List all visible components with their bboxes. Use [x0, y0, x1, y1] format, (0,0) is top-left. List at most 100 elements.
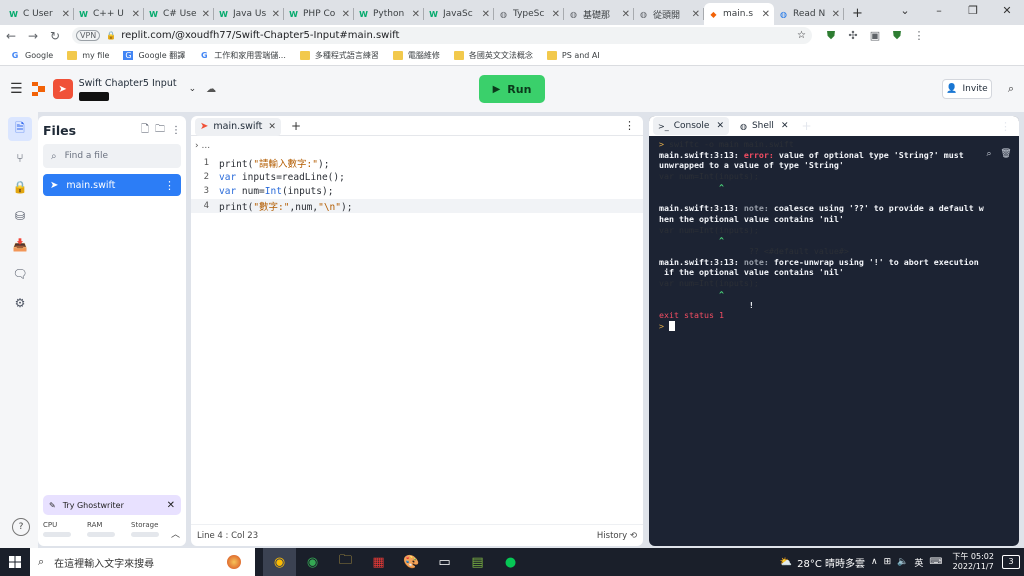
weather-text[interactable]: 28°C 晴時多雲 — [797, 555, 865, 570]
browser-menu-icon[interactable]: ⋮ — [908, 29, 930, 43]
new-tab-icon[interactable]: + — [291, 119, 301, 133]
chevron-up-icon[interactable]: ︿ — [171, 527, 180, 540]
forward-icon[interactable]: → — [22, 29, 44, 43]
close-tab-icon[interactable]: ✕ — [202, 9, 210, 20]
browser-tab[interactable]: ◍ Read N ✕ — [774, 3, 844, 25]
file-explorer-icon[interactable]: 🗀 — [329, 548, 362, 576]
bookmark-item[interactable]: G Google — [10, 51, 54, 60]
settings-gear-icon[interactable]: ⚙ — [8, 291, 32, 315]
packages-inbox-icon[interactable]: 📥 — [8, 233, 32, 257]
new-tab-icon[interactable]: + — [801, 119, 811, 133]
tab-console[interactable]: >_ Console ✕ — [653, 117, 729, 135]
code-line[interactable]: 2 var inputs=readLine(); — [191, 170, 643, 184]
chat-icon[interactable]: 🗨 — [8, 262, 32, 286]
close-tab-icon[interactable]: ✕ — [272, 9, 280, 20]
tab-shell[interactable]: ◍ Shell ✕ — [735, 117, 794, 135]
notepad-app-icon[interactable]: ▤ — [461, 548, 494, 576]
bookmark-item[interactable]: G Google 翻譯 — [123, 50, 185, 61]
back-icon[interactable]: ← — [0, 29, 22, 43]
chrome-app-icon-active[interactable]: ◉ — [263, 548, 296, 576]
close-tab-icon[interactable]: ✕ — [482, 9, 490, 20]
ime-indicator[interactable]: 英 — [914, 556, 923, 569]
bookmark-star-icon[interactable]: ☆ — [797, 30, 806, 41]
hamburger-menu-icon[interactable]: ☰ — [10, 81, 23, 97]
console-menu-icon[interactable]: ⋮ — [1000, 120, 1011, 133]
find-file-input[interactable]: ⌕ Find a file — [43, 144, 181, 168]
url-text[interactable]: replit.com/@xoudfh77/Swift-Chapter5-Inpu… — [121, 30, 399, 41]
search-icon[interactable]: ⌕ — [1008, 82, 1014, 96]
file-item-main-swift[interactable]: ➤ main.swift ⋮ — [43, 174, 181, 196]
console-output[interactable]: > swiftc -o main main.swift main.swift:3:… — [649, 136, 1019, 332]
close-tab-icon[interactable]: ✕ — [132, 9, 140, 20]
browser-tab[interactable]: W C User ✕ — [4, 3, 74, 25]
line-app-icon[interactable]: ● — [494, 548, 527, 576]
puzzle-extension-icon[interactable]: ✣ — [842, 29, 864, 43]
history-button[interactable]: History ⟲ — [597, 531, 637, 541]
close-tab-icon[interactable]: ✕ — [762, 9, 770, 20]
bookmark-item[interactable]: 多種程式語言練習 — [299, 50, 379, 61]
code-area[interactable]: 1 print("請輸入數字:"); 2 var inputs=readLine();… — [191, 154, 643, 213]
close-tab-icon[interactable]: ✕ — [412, 9, 420, 20]
close-tab-icon[interactable]: ✕ — [622, 9, 630, 20]
version-control-icon[interactable]: ⑂ — [8, 146, 32, 170]
close-tab-icon[interactable]: ✕ — [342, 9, 350, 20]
chrome-app-icon[interactable]: ◉ — [296, 548, 329, 576]
taskbar-search-input[interactable]: ⌕ 在這裡輸入文字來搜尋 — [30, 548, 255, 576]
editor-tab-main-swift[interactable]: ➤ main.swift ✕ — [195, 117, 281, 136]
volume-icon[interactable]: 🔈 — [897, 557, 908, 567]
code-line[interactable]: 3 var num=Int(inputs); — [191, 184, 643, 198]
close-icon[interactable]: ✕ — [167, 500, 175, 511]
weather-icon[interactable]: ⛅ — [780, 557, 792, 568]
browser-tab[interactable]: W C++ U ✕ — [74, 3, 144, 25]
project-name[interactable]: Swift Chapter5 Input — [79, 78, 177, 90]
bookmark-item[interactable]: my file — [67, 51, 109, 60]
paint-app-icon[interactable]: 🎨 — [395, 548, 428, 576]
browser-tab[interactable]: W PHP Co ✕ — [284, 3, 354, 25]
ghostwriter-banner[interactable]: ✎ Try Ghostwriter ✕ — [43, 495, 181, 515]
keyboard-icon[interactable]: ⌨ — [929, 557, 942, 567]
tray-chevron-icon[interactable]: ∧ — [871, 557, 878, 567]
notification-icon[interactable]: 3 — [1002, 555, 1020, 569]
side-panel-icon[interactable]: ▣ — [864, 29, 886, 43]
new-tab-button[interactable]: + — [852, 3, 863, 25]
files-menu-icon[interactable]: ⋮ — [171, 125, 181, 136]
close-icon[interactable]: ✕ — [716, 121, 724, 131]
close-icon[interactable]: ✕ — [268, 122, 276, 132]
close-icon[interactable]: ✕ — [781, 121, 789, 131]
code-line[interactable]: 4 print("數字:",num,"\n"); — [191, 198, 643, 213]
invite-button[interactable]: 👤 Invite — [942, 79, 992, 99]
project-title[interactable]: Swift Chapter5 Input — [78, 78, 177, 101]
minimize-button[interactable]: – — [922, 0, 956, 22]
close-tab-icon[interactable]: ✕ — [832, 9, 840, 20]
bookmark-item[interactable]: 電腦維修 — [392, 50, 440, 61]
vpn-badge[interactable]: VPN — [76, 30, 101, 41]
replit-logo-icon[interactable] — [31, 81, 47, 97]
close-tab-icon[interactable]: ✕ — [692, 9, 700, 20]
editor-menu-icon[interactable]: ⋮ — [624, 119, 635, 132]
browser-tab[interactable]: W Python ✕ — [354, 3, 424, 25]
browser-tab[interactable]: ◍ 從頭開 ✕ — [634, 3, 704, 25]
terminal-app-icon[interactable]: ▭ — [428, 548, 461, 576]
code-line[interactable]: 1 print("請輸入數字:"); — [191, 156, 643, 170]
shield-extension-icon[interactable]: ⛊ — [820, 29, 842, 43]
breadcrumb[interactable]: › ... — [191, 136, 643, 154]
new-file-icon[interactable]: 🗋 — [141, 122, 149, 139]
secrets-lock-icon[interactable]: 🔒 — [8, 175, 32, 199]
windows-start-icon[interactable] — [0, 548, 30, 576]
help-icon[interactable]: ? — [12, 518, 30, 536]
search-highlight-icon[interactable] — [227, 555, 241, 569]
browser-tab[interactable]: ◍ 基礎那 ✕ — [564, 3, 634, 25]
files-tool-icon[interactable]: 🗎 — [8, 117, 32, 141]
bookmark-item[interactable]: PS and AI — [546, 51, 600, 60]
close-tab-icon[interactable]: ✕ — [62, 9, 70, 20]
browser-tab[interactable]: W C# Use ✕ — [144, 3, 214, 25]
browser-tab[interactable]: W JavaSc ✕ — [424, 3, 494, 25]
clock[interactable]: 下午 05:02 2022/11/7 — [952, 552, 994, 572]
gift-app-icon[interactable]: ▦ — [362, 548, 395, 576]
close-window-button[interactable]: ✕ — [990, 0, 1024, 22]
profile-shield-icon[interactable]: ⛊ — [886, 29, 908, 43]
tab-search-icon[interactable]: ⌄ — [888, 0, 922, 22]
restore-button[interactable]: ❐ — [956, 0, 990, 22]
bookmark-item[interactable]: G 工作和家用雲端儲... — [199, 50, 286, 61]
bookmark-item[interactable]: 各國英文文法概念 — [453, 50, 533, 61]
